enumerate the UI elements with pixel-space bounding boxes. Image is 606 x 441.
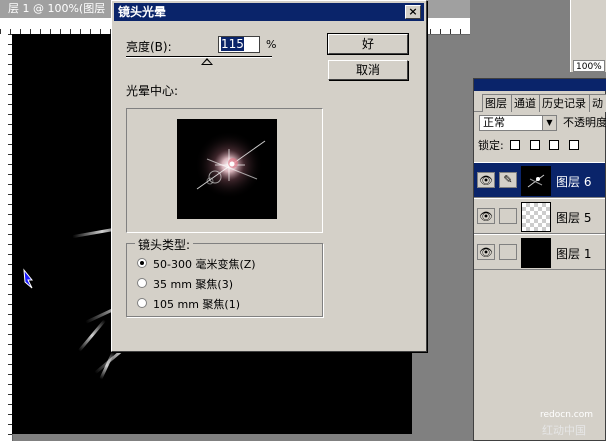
radio-35mm-prime[interactable] [137, 278, 147, 288]
flare-preview-frame [126, 108, 323, 233]
radio-label[interactable]: 35 mm 聚焦(3) [153, 276, 233, 292]
layers-panel: 图层 通道 历史记录 动 正常 ▼ 不透明度 锁定: 👁 ✎ 图层 6 👁 图层… [473, 78, 606, 441]
brightness-input[interactable]: 115 [218, 36, 260, 53]
opacity-label: 不透明度 [563, 116, 606, 129]
zoom-field[interactable]: 100% [573, 60, 605, 72]
layer-thumbnail [521, 202, 551, 232]
layer-name[interactable]: 图层 5 [556, 209, 591, 226]
dialog-titlebar[interactable]: 镜头光晕 × [114, 3, 424, 21]
lens-type-label: 镜头类型: [135, 236, 194, 253]
eye-icon[interactable]: 👁 [477, 244, 495, 260]
layer-row[interactable]: 👁 图层 1 [474, 234, 605, 270]
layers-titlebar[interactable] [474, 79, 606, 91]
lock-image-checkbox[interactable] [529, 140, 540, 150]
flare-preview[interactable] [177, 119, 277, 219]
lock-all-checkbox[interactable] [568, 140, 579, 150]
lock-row: 锁定: [478, 139, 582, 153]
close-button[interactable]: × [405, 5, 421, 19]
layer-name[interactable]: 图层 6 [556, 173, 591, 190]
brightness-slider-track[interactable] [126, 56, 272, 58]
layer-thumbnail [521, 238, 551, 268]
flare-thumbnail-icon [527, 174, 545, 188]
eye-icon[interactable]: 👁 [477, 172, 495, 188]
layers-tabs: 图层 通道 历史记录 动 [474, 91, 606, 112]
lock-transparency-checkbox[interactable] [510, 140, 521, 150]
slider-thumb-inner [202, 60, 211, 64]
radio-105mm-prime[interactable] [137, 298, 147, 308]
layer-row[interactable]: 👁 ✎ 图层 6 [474, 162, 605, 198]
ok-button[interactable]: 好 [327, 33, 409, 55]
lens-flare-dialog: 镜头光晕 × 亮度(B): 115 % 好 取消 光晕中心: 镜头类型: 50-… [111, 0, 427, 352]
brightness-label: 亮度(B): [126, 40, 172, 54]
layer-row[interactable]: 👁 图层 5 [474, 198, 605, 234]
layer-name[interactable]: 图层 1 [556, 245, 591, 262]
tab-actions[interactable]: 动 [589, 94, 606, 112]
link-slot[interactable] [499, 244, 517, 260]
eye-icon[interactable]: 👁 [477, 208, 495, 224]
brightness-unit: % [266, 38, 277, 51]
brightness-value: 115 [221, 37, 244, 51]
layer-thumbnail [521, 166, 551, 196]
radio-50-300-zoom[interactable] [137, 258, 147, 268]
blend-mode-select[interactable]: 正常 ▼ [479, 115, 557, 131]
tab-history[interactable]: 历史记录 [539, 94, 593, 112]
brush-icon[interactable]: ✎ [499, 172, 517, 188]
blend-mode-value: 正常 [483, 116, 505, 129]
light-streak [77, 319, 107, 352]
dialog-title: 镜头光晕 [118, 5, 167, 19]
cancel-button[interactable]: 取消 [328, 60, 408, 80]
radio-label[interactable]: 105 mm 聚焦(1) [153, 296, 240, 312]
watermark-url: redocn.com [540, 410, 593, 420]
link-slot[interactable] [499, 208, 517, 224]
chevron-down-icon: ▼ [542, 116, 556, 130]
lens-type-group: 镜头类型: 50-300 毫米变焦(Z) 35 mm 聚焦(3) 105 mm … [126, 236, 323, 317]
radio-label[interactable]: 50-300 毫米变焦(Z) [153, 256, 256, 272]
flare-preview-image [195, 131, 266, 199]
flare-center-label: 光晕中心: [126, 84, 179, 98]
watermark-text: 红动中国 [542, 424, 586, 437]
lock-label: 锁定: [478, 139, 504, 152]
document-title: 层 1 @ 100%(图层 [8, 2, 106, 15]
lock-position-checkbox[interactable] [549, 140, 560, 150]
blue-cursor-icon [23, 268, 34, 289]
tab-layers[interactable]: 图层 [482, 94, 512, 112]
